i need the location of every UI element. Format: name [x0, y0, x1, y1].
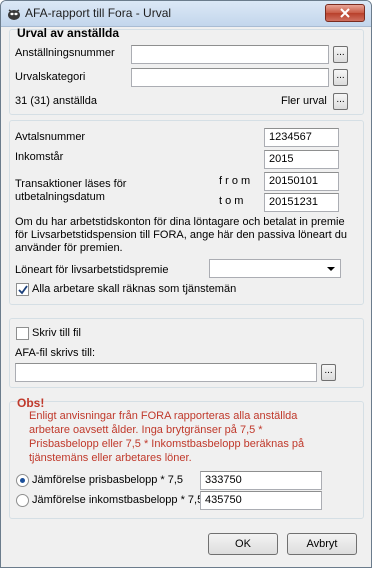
fler-urval-label: Fler urval: [281, 95, 327, 107]
skriv-till-fil-checkbox[interactable]: [16, 327, 29, 340]
cancel-button[interactable]: Avbryt: [287, 533, 357, 555]
from-label: f r o m: [219, 175, 251, 187]
fler-urval-button[interactable]: ...: [333, 93, 348, 110]
tjansteman-label: Alla arbetare skall räknas som tjänstemä…: [32, 283, 237, 295]
dialog-window: AFA-rapport till Fora - Urval Urval av a…: [0, 0, 372, 568]
avtalsnummer-input[interactable]: 1234567: [264, 128, 339, 147]
file-path-browse-button[interactable]: ...: [321, 364, 336, 381]
urvalskategori-input[interactable]: [131, 68, 329, 87]
loneart-select[interactable]: [209, 259, 341, 278]
tjansteman-checkbox[interactable]: [16, 283, 29, 296]
file-path-input[interactable]: [15, 363, 317, 382]
checkmark-icon: [18, 285, 28, 295]
tom-label: t o m: [219, 195, 244, 207]
title-bar: AFA-rapport till Fora - Urval: [1, 1, 371, 27]
prisbasbelopp-radio[interactable]: [16, 474, 29, 487]
dropdown-arrow-icon: [327, 267, 335, 271]
transaktioner-label-line2: utbetalningsdatum: [15, 191, 105, 203]
prisbasbelopp-label: Jämförelse prisbasbelopp * 7,5: [32, 474, 184, 486]
loneart-label: Löneart för livsarbetstidspremie: [15, 264, 169, 276]
from-date-input[interactable]: 20150101: [264, 172, 339, 191]
skriv-till-fil-label: Skriv till fil: [32, 327, 81, 339]
employee-count-text: 31 (31) anställda: [15, 95, 97, 107]
urvalskategori-label: Urvalskategori: [15, 71, 86, 83]
close-button[interactable]: [325, 4, 365, 22]
anstallningsnummer-browse-button[interactable]: ...: [333, 46, 348, 63]
inkomstbasbelopp-label: Jämförelse inkomstbasbelopp * 7,5: [32, 494, 204, 506]
radio-selected-dot: [20, 478, 25, 483]
file-path-label: AFA-fil skrivs till:: [15, 347, 96, 359]
obs-warning-text: Enligt anvisningar från FORA rapporteras…: [29, 410, 305, 464]
inkomstbasbelopp-radio[interactable]: [16, 494, 29, 507]
app-logo-icon: [8, 9, 20, 20]
prisbasbelopp-input[interactable]: 333750: [200, 471, 322, 490]
inkomstar-input[interactable]: 2015: [264, 150, 339, 169]
livsarbetstid-info-text: Om du har arbetstidskonton för dina lönt…: [15, 216, 348, 254]
ok-button[interactable]: OK: [208, 533, 278, 555]
inkomstbasbelopp-input[interactable]: 435750: [200, 491, 322, 510]
window-title: AFA-rapport till Fora - Urval: [25, 6, 172, 20]
urval-heading: Urval av anställda: [17, 26, 120, 40]
anstallningsnummer-input[interactable]: [131, 45, 329, 64]
transaktioner-label-line1: Transaktioner läses för: [15, 178, 127, 190]
inkomstar-label: Inkomstår: [15, 151, 64, 163]
avtalsnummer-label: Avtalsnummer: [15, 131, 86, 143]
urvalskategori-browse-button[interactable]: ...: [333, 69, 348, 86]
close-icon: [340, 8, 350, 18]
tom-date-input[interactable]: 20151231: [264, 193, 339, 212]
anstallningsnummer-label: Anställningsnummer: [15, 47, 115, 59]
obs-heading: Obs!: [17, 396, 45, 410]
